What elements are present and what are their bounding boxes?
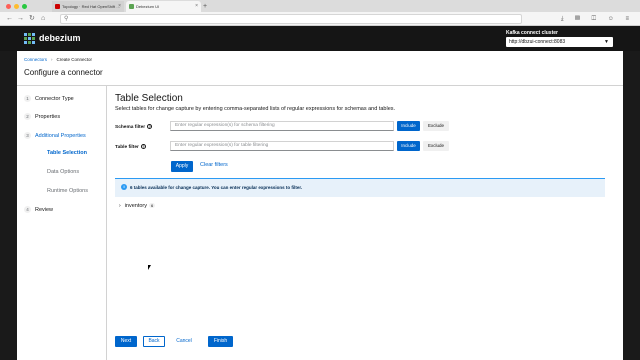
address-bar[interactable]: ⚲ — [60, 14, 522, 24]
cluster-select-value: http://dbzui-connect:8083 — [509, 39, 566, 45]
caret-down-icon: ▼ — [604, 39, 609, 45]
step-number: 4 — [24, 206, 31, 213]
wizard-substep-runtime-options[interactable]: Runtime Options — [47, 188, 88, 194]
wizard-step-properties[interactable]: 2 Properties — [24, 113, 60, 120]
wizard-step-additional-properties[interactable]: 3 Additional Properties — [24, 132, 86, 139]
breadcrumb-current: Create Connector — [56, 57, 93, 62]
app-masthead: debezium Kafka connect cluster http://db… — [0, 26, 640, 51]
page-title: Configure a connector — [24, 68, 103, 77]
tree-item-label: inventory — [124, 203, 147, 209]
close-window-button[interactable] — [6, 3, 11, 9]
wizard-substep-data-options[interactable]: Data Options — [47, 169, 79, 175]
brand-name: debezium — [39, 33, 81, 43]
table-filter-input[interactable]: Enter regular expression(s) for table fi… — [170, 141, 394, 151]
info-icon: i — [121, 184, 127, 190]
mouse-pointer-icon — [148, 265, 151, 270]
search-icon: ⚲ — [64, 16, 69, 22]
help-icon[interactable]: ? — [140, 144, 146, 149]
step-label: Review — [35, 207, 54, 213]
table-include-button[interactable]: Include — [397, 141, 420, 151]
close-tab-icon[interactable]: × — [118, 1, 121, 12]
debezium-logo-icon — [24, 33, 35, 44]
alert-message: 6 tables available for change capture. Y… — [130, 184, 303, 190]
browser-tab-topology[interactable]: Topology · Red Hat OpenShift … × — [52, 1, 124, 12]
debezium-favicon-icon — [129, 4, 134, 9]
browser-toolbar-icons[interactable]: ⤓ ▥ ◫ ☺ ≡ — [561, 14, 634, 24]
tab-label: Topology · Red Hat OpenShift … — [62, 4, 121, 9]
close-tab-icon[interactable]: × — [195, 1, 198, 12]
wizard-content: Table Selection Select tables for change… — [115, 86, 623, 360]
wizard-footer: Next Back Cancel Finish — [17, 333, 623, 360]
finish-button[interactable]: Finish — [208, 336, 233, 347]
wizard: 1 Connector Type 2 Properties 3 Additional … — [17, 85, 623, 360]
minimize-window-button[interactable] — [14, 3, 19, 9]
section-heading: Table Selection — [115, 93, 183, 104]
help-icon[interactable]: ? — [147, 124, 153, 129]
table-filter-label-text: Table filter — [115, 144, 139, 150]
wizard-nav: 1 Connector Type 2 Properties 3 Additional … — [17, 86, 107, 360]
page-body: Connectors › Create Connector Configure a … — [17, 51, 623, 360]
schema-filter-input[interactable]: Enter regular expression(s) for schema f… — [170, 121, 394, 131]
info-alert: i 6 tables available for change capture.… — [115, 178, 605, 197]
back-icon[interactable]: ← — [6, 14, 13, 24]
step-number: 3 — [24, 132, 31, 139]
step-number: 1 — [24, 95, 31, 102]
browser-tab-bar: Topology · Red Hat OpenShift … × Debeziu… — [0, 0, 640, 12]
breadcrumb: Connectors › Create Connector — [24, 57, 92, 62]
section-description: Select tables for change capture by ente… — [115, 106, 396, 112]
clear-filters-link[interactable]: Clear filters — [200, 162, 228, 168]
home-icon[interactable]: ⌂ — [41, 14, 45, 24]
cancel-button[interactable]: Cancel — [172, 336, 196, 347]
chevron-right-icon[interactable]: › — [119, 203, 121, 209]
new-tab-button[interactable]: + — [203, 1, 207, 12]
reload-icon[interactable]: ↻ — [29, 14, 35, 24]
browser-nav-bar: ← → ↻ ⌂ ⚲ ⤓ ▥ ◫ ☺ ≡ — [0, 12, 640, 26]
step-label: Properties — [35, 114, 61, 120]
wizard-step-connector-type[interactable]: 1 Connector Type — [24, 95, 74, 102]
next-button[interactable]: Next — [115, 336, 137, 347]
breadcrumb-connectors-link[interactable]: Connectors — [24, 57, 47, 62]
schema-filter-label: Schema filter? — [115, 124, 153, 130]
schema-filter-label-text: Schema filter — [115, 124, 146, 130]
wizard-substep-table-selection[interactable]: Table Selection — [47, 150, 87, 156]
openshift-favicon-icon — [55, 4, 60, 9]
zoom-window-button[interactable] — [22, 3, 27, 9]
forward-icon[interactable]: → — [17, 14, 24, 24]
chevron-right-icon: › — [51, 57, 53, 62]
table-filter-label: Table filter? — [115, 144, 146, 150]
tab-label: Debezium UI — [136, 4, 160, 9]
step-label: Additional Properties — [35, 133, 86, 139]
wizard-step-review[interactable]: 4 Review — [24, 206, 53, 213]
schema-exclude-button[interactable]: Exclude — [423, 121, 449, 131]
schema-include-button[interactable]: Include — [397, 121, 420, 131]
apply-button[interactable]: Apply — [171, 161, 193, 172]
back-button[interactable]: Back — [143, 336, 165, 347]
step-number: 2 — [24, 113, 31, 120]
table-exclude-button[interactable]: Exclude — [423, 141, 449, 151]
step-label: Connector Type — [35, 96, 74, 102]
table-tree-item[interactable]: › inventory 6 — [119, 203, 156, 209]
browser-tab-debezium[interactable]: Debezium UI × — [126, 1, 201, 12]
tree-item-count-badge: 6 — [149, 203, 156, 208]
cluster-label: Kafka connect cluster — [506, 30, 558, 36]
cluster-select[interactable]: http://dbzui-connect:8083 ▼ — [506, 37, 613, 47]
